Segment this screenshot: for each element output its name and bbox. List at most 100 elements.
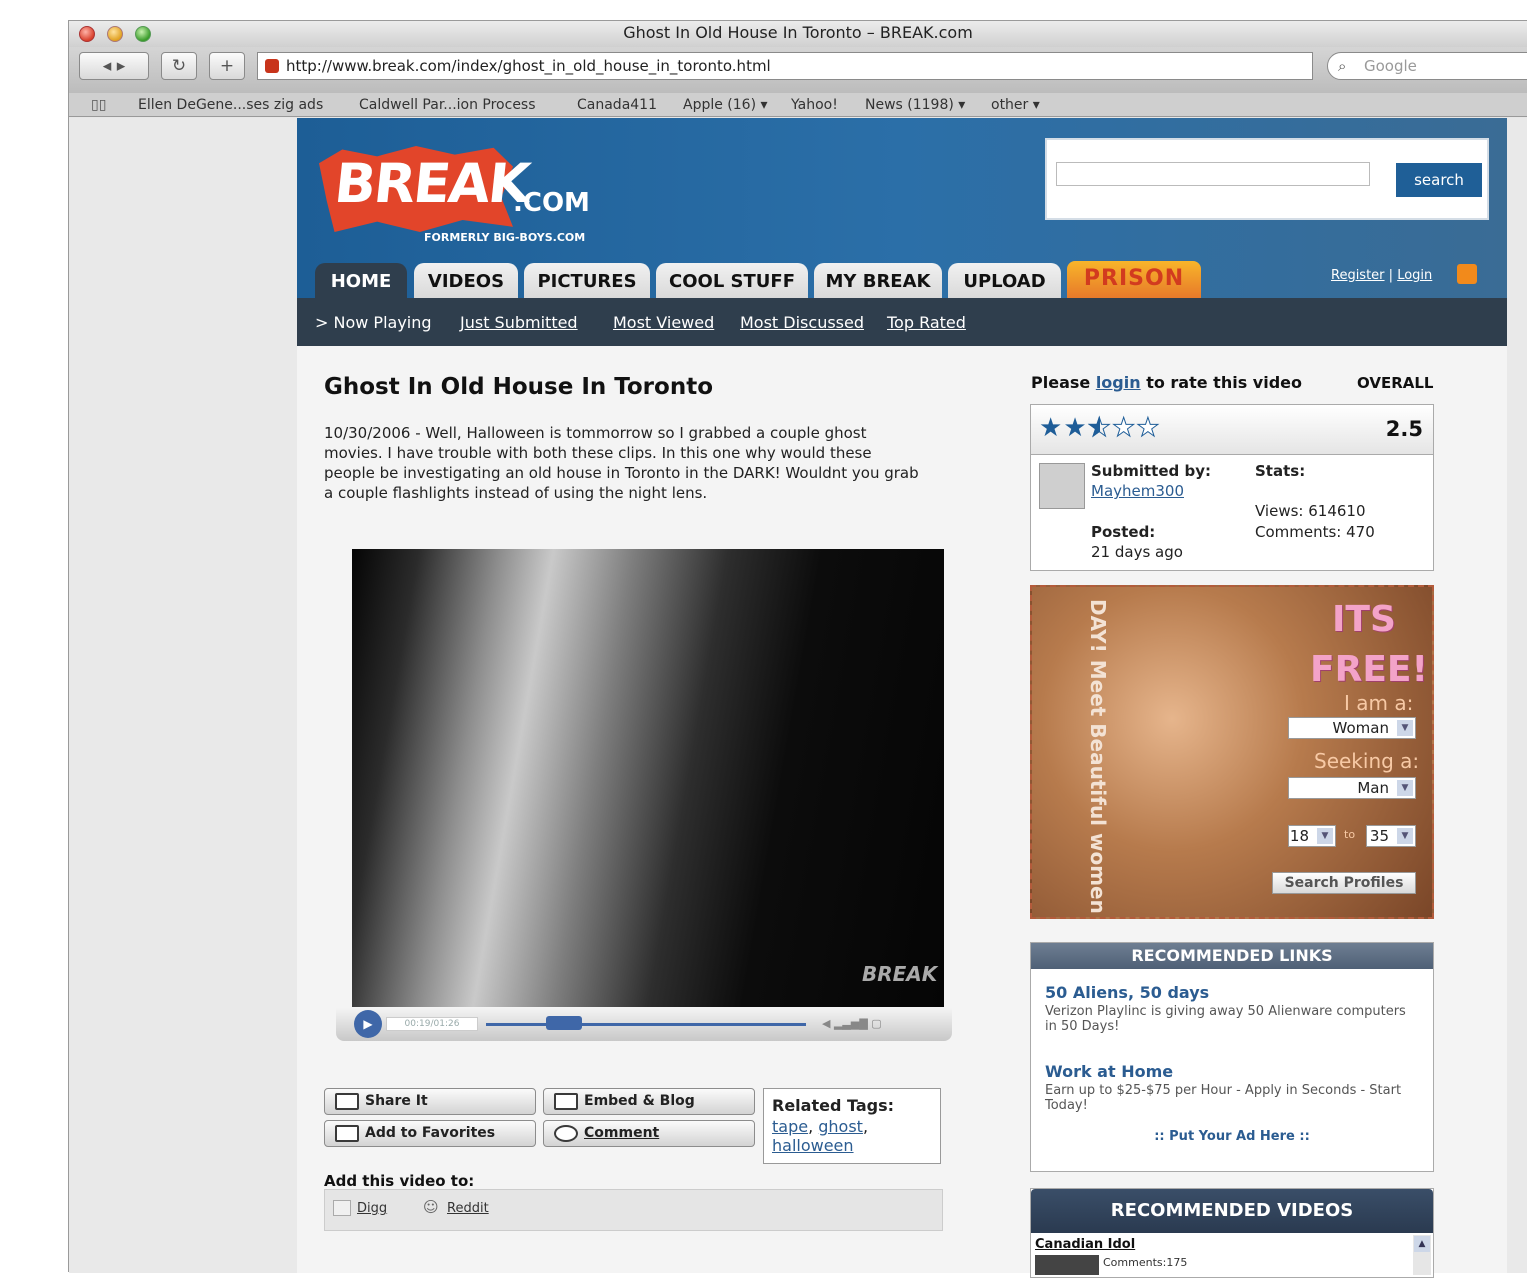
tab-my-break[interactable]: MY BREAK (814, 263, 942, 298)
google-search-placeholder: Google (1364, 57, 1417, 75)
views-count: Views: 614610 (1255, 502, 1366, 520)
embed-icon (554, 1093, 578, 1110)
comment-label: Comment (584, 1125, 660, 1141)
put-ad-link[interactable]: :: Put Your Ad Here :: (1031, 1129, 1433, 1144)
tab-videos[interactable]: VIDEOS (414, 263, 518, 298)
stats-label: Stats: (1255, 462, 1306, 480)
google-search-field[interactable]: ⌕ Google (1327, 52, 1527, 80)
tab-upload[interactable]: UPLOAD (948, 263, 1061, 298)
back-icon[interactable]: ◂ (103, 56, 112, 76)
register-link[interactable]: Register (1331, 268, 1385, 283)
play-button-icon[interactable]: ▶ (354, 1010, 382, 1038)
bookmark-item[interactable]: other ▾ (991, 94, 1040, 116)
prison-promo-tab[interactable]: PRISON (1067, 261, 1201, 298)
subnav-top-rated[interactable]: Top Rated (887, 298, 966, 348)
now-playing-label[interactable]: > Now Playing (315, 298, 432, 348)
minimize-window-icon[interactable] (107, 26, 123, 42)
back-forward-buttons[interactable]: ◂ ▸ (79, 52, 149, 80)
search-icon: ⌕ (1338, 57, 1347, 75)
bookmark-item[interactable]: Caldwell Par...ion Process (359, 94, 536, 116)
comment-button[interactable]: Comment (543, 1120, 755, 1147)
tab-home[interactable]: HOME (315, 263, 407, 298)
speech-bubble-icon (554, 1125, 578, 1142)
recommended-links-heading: RECOMMENDED LINKS (1031, 943, 1433, 969)
page-viewport: BREAK .COM FORMERLY BIG-BOYS.COM search … (69, 118, 1527, 1278)
logo-com: .COM (513, 188, 590, 218)
recommended-videos-box: RECOMMENDED VIDEOS Canadian Idol Comment… (1030, 1188, 1434, 1278)
rss-icon[interactable] (1457, 264, 1477, 284)
ad-age-to-select[interactable]: 35 ▼ (1366, 825, 1416, 847)
ad-side-text: DAY! Meet Beautiful women t (1086, 599, 1110, 919)
ad-seeking-value: Man (1357, 779, 1389, 797)
zoom-window-icon[interactable] (135, 26, 151, 42)
rec-link-title[interactable]: Work at Home (1045, 1062, 1173, 1081)
rec-video-thumbnail[interactable] (1035, 1255, 1099, 1275)
video-frame[interactable] (352, 549, 944, 1007)
reddit-link[interactable]: Reddit (447, 1201, 489, 1216)
scroll-up-icon[interactable]: ▲ (1414, 1236, 1430, 1252)
rec-link-desc: Verizon Playlinc is giving away 50 Alien… (1045, 1004, 1406, 1034)
rate-login-link[interactable]: login (1096, 373, 1141, 392)
book-icon[interactable]: ▯▯ (91, 94, 106, 116)
ad-search-profiles-button[interactable]: Search Profiles (1272, 872, 1416, 894)
tab-cool-stuff[interactable]: COOL STUFF (656, 263, 808, 298)
close-window-icon[interactable] (79, 26, 95, 42)
tag-link[interactable]: halloween (772, 1136, 854, 1155)
star-icon[interactable]: ★ (1039, 413, 1063, 443)
social-bookmarks-box: Digg ☺ Reddit (324, 1189, 943, 1231)
bookmark-item[interactable]: Ellen DeGene...ses zig ads (138, 94, 323, 116)
volume-icon[interactable]: ◀ ▂▃▅▇ ▢ (822, 1017, 912, 1031)
rec-link-title[interactable]: 50 Aliens, 50 days (1045, 983, 1209, 1002)
subnav-most-discussed[interactable]: Most Discussed (740, 298, 864, 348)
tab-pictures[interactable]: PICTURES (524, 263, 650, 298)
bookmarks-bar: ▯▯ Ellen DeGene...ses zig ads Caldwell P… (69, 93, 1527, 117)
star-rating[interactable]: ★★★★★ (1039, 413, 1161, 444)
bookmark-item[interactable]: Apple (16) ▾ (683, 94, 768, 116)
recommended-videos-heading: RECOMMENDED VIDEOS (1031, 1189, 1433, 1233)
embed-blog-button[interactable]: Embed & Blog (543, 1088, 755, 1115)
half-star-icon[interactable]: ★ (1087, 413, 1112, 444)
video-player[interactable]: BREAK ▶ 00:19/01:26 ◀ ▂▃▅▇ ▢ (336, 549, 952, 1041)
share-button[interactable]: Share It (324, 1088, 536, 1115)
tag-link[interactable]: ghost (818, 1117, 863, 1136)
progress-track[interactable] (486, 1023, 806, 1026)
forward-icon[interactable]: ▸ (117, 56, 126, 76)
ad-age-from-select[interactable]: 18 ▼ (1288, 825, 1336, 847)
ad-seeking-label: Seeking a: (1314, 749, 1420, 773)
related-tags-label: Related Tags: (772, 1096, 894, 1115)
tag-link[interactable]: tape (772, 1117, 808, 1136)
search-button[interactable]: search (1396, 163, 1482, 197)
star-icon[interactable]: ★ (1111, 413, 1136, 444)
bookmark-item[interactable]: News (1198) ▾ (865, 94, 965, 116)
posted-value: 21 days ago (1091, 543, 1183, 561)
reddit-icon: ☺ (423, 1198, 439, 1216)
site-search-input[interactable] (1056, 162, 1370, 186)
ad-seeking-select[interactable]: Man ▼ (1288, 777, 1416, 799)
embed-label: Embed & Blog (584, 1093, 695, 1109)
bookmark-item[interactable]: Yahoo! (791, 94, 838, 116)
subnav-most-viewed[interactable]: Most Viewed (613, 298, 714, 348)
window-title: Ghost In Old House In Toronto – BREAK.co… (623, 23, 973, 42)
digg-link[interactable]: Digg (357, 1201, 387, 1216)
progress-thumb[interactable] (545, 1016, 582, 1030)
title-bar: Ghost In Old House In Toronto – BREAK.co… (69, 21, 1527, 47)
reload-icon[interactable]: ↻ (161, 52, 197, 80)
bookmark-item[interactable]: Canada411 (577, 94, 657, 116)
avatar[interactable] (1039, 463, 1085, 509)
rec-videos-scrollbar[interactable]: ▲ (1413, 1235, 1431, 1275)
submitter-link[interactable]: Mayhem300 (1091, 482, 1184, 500)
rec-video-title[interactable]: Canadian Idol (1035, 1237, 1135, 1252)
dating-ad-banner[interactable]: DAY! Meet Beautiful women t ITS FREE!! I… (1030, 585, 1434, 919)
star-icon[interactable]: ★ (1136, 413, 1160, 444)
star-icon[interactable]: ★ (1063, 413, 1087, 443)
login-link[interactable]: Login (1397, 268, 1432, 283)
subnav-just-submitted[interactable]: Just Submitted (460, 298, 578, 348)
add-to-favorites-button[interactable]: Add to Favorites (324, 1120, 536, 1147)
site-favicon-icon (265, 59, 279, 73)
add-bookmark-icon[interactable]: + (209, 52, 245, 80)
ad-iam-select[interactable]: Woman ▼ (1288, 717, 1416, 739)
url-field[interactable]: http://www.break.com/index/ghost_in_old_… (257, 52, 1313, 80)
browser-window: Ghost In Old House In Toronto – BREAK.co… (68, 20, 1527, 1278)
ad-iam-label: I am a: (1344, 691, 1414, 715)
site-search-box: search (1045, 138, 1489, 220)
